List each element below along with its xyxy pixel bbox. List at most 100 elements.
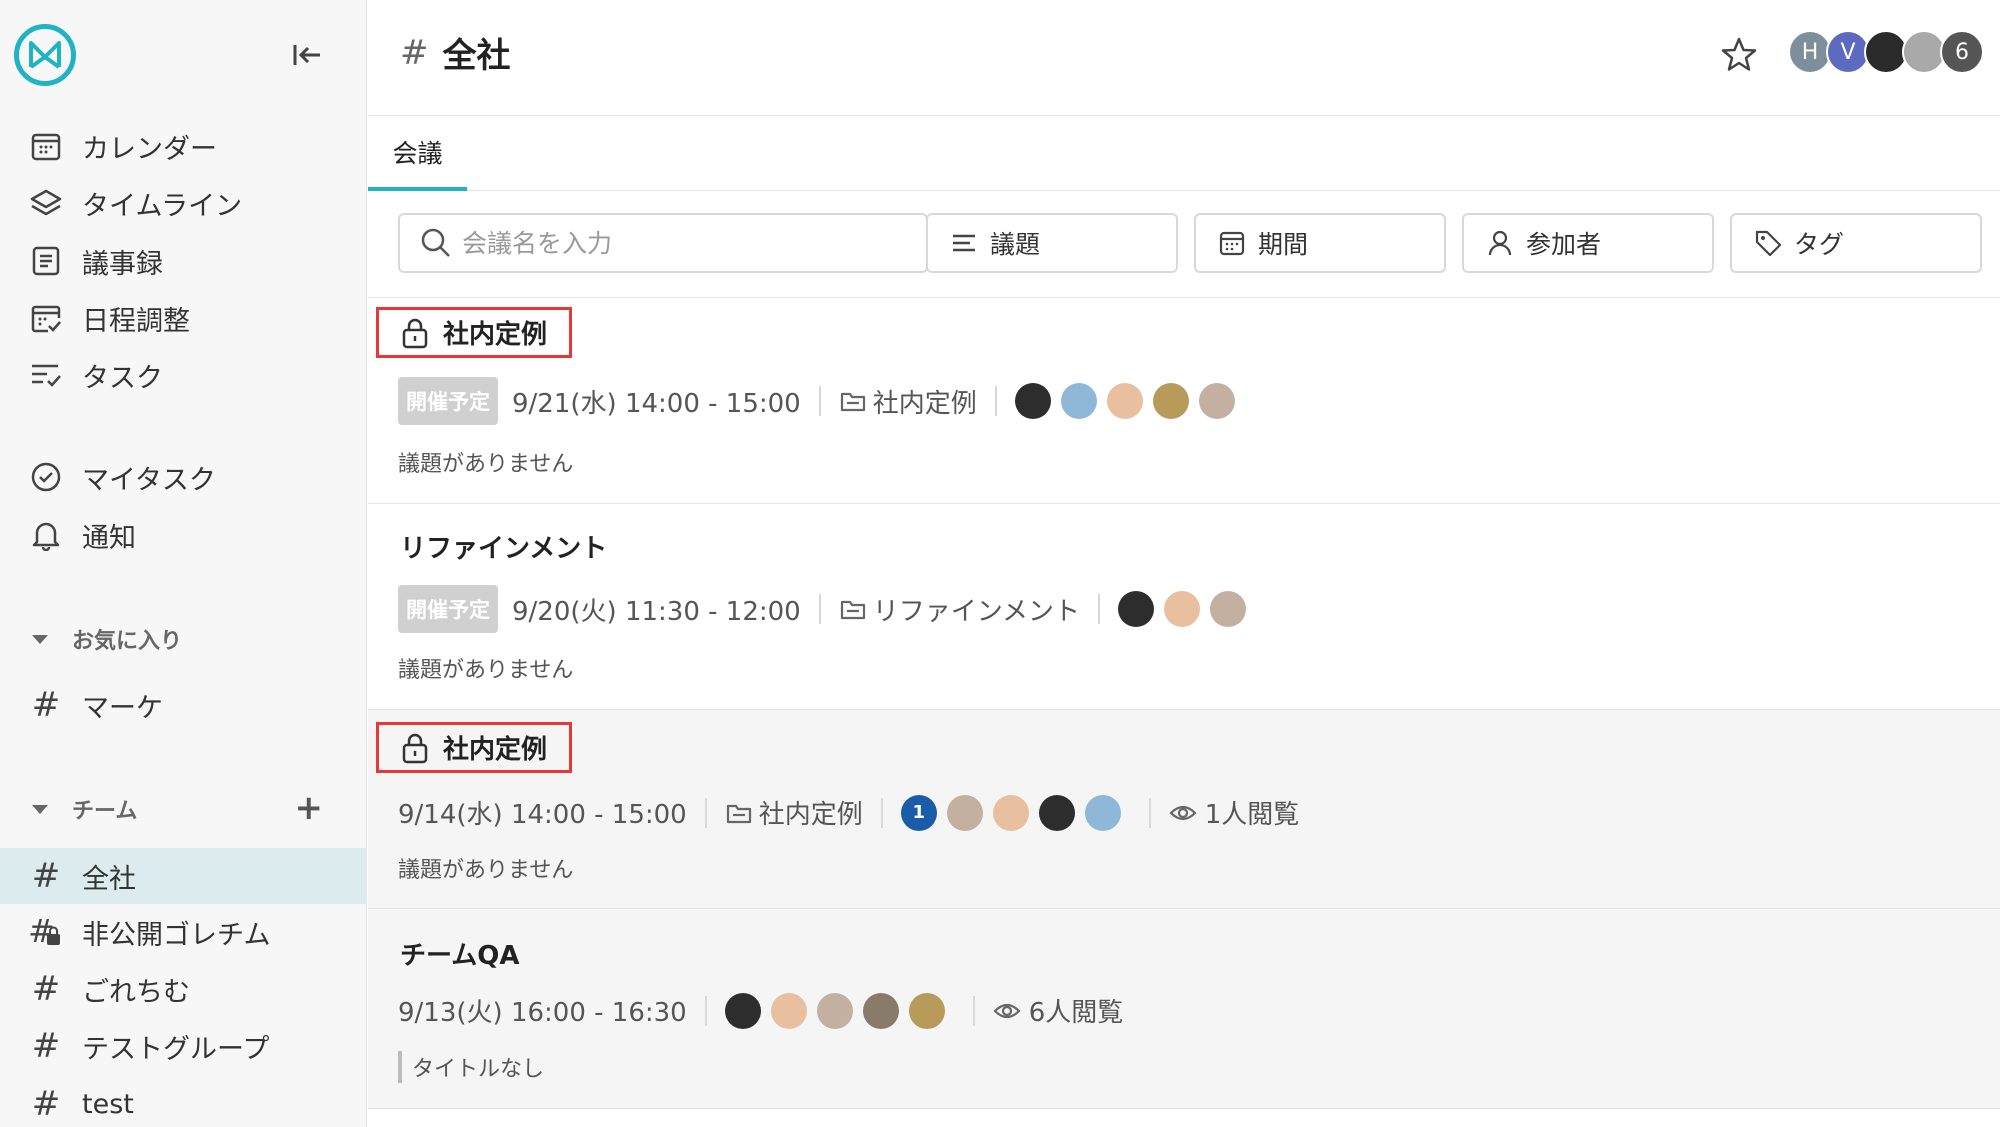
collapse-sidebar-icon[interactable] [290, 38, 324, 72]
meeting-title-text: 社内定例 [443, 735, 548, 765]
calendar-check-icon [28, 300, 64, 336]
add-team-button[interactable]: + [295, 791, 324, 825]
hash-icon: # [400, 32, 429, 73]
folder-icon [839, 389, 867, 413]
avatar [1106, 383, 1143, 419]
favorite-channel-item[interactable]: # マーケ [0, 679, 367, 731]
avatar [1152, 383, 1189, 419]
view-count-text: 6人閲覧 [1028, 998, 1124, 1028]
participant-avatars[interactable] [1117, 591, 1256, 627]
period-filter-button[interactable]: 期間 [1194, 213, 1446, 273]
person-icon [1484, 227, 1516, 259]
channel-label: テストグループ [82, 1033, 270, 1065]
team-channel-item[interactable]: # テストグループ [0, 1020, 367, 1072]
meeting-title-text: チームQA [400, 941, 520, 971]
meeting-title[interactable]: リファインメント [400, 528, 607, 565]
avatar [1209, 591, 1246, 627]
tab-meetings[interactable]: 会議 [368, 116, 467, 191]
nav-notifications[interactable]: 通知 [0, 509, 367, 561]
layers-icon [28, 185, 64, 221]
meeting-meta: 開催予定 9/20(火) 11:30 - 12:00 リファインメント [398, 585, 1256, 633]
avatar [992, 794, 1029, 831]
avatar [724, 992, 761, 1029]
divider [704, 797, 707, 828]
participant-avatars[interactable] [724, 992, 955, 1029]
tag-filter-button[interactable]: タグ [1730, 213, 1982, 273]
meeting-title[interactable]: 社内定例 [376, 307, 573, 358]
meeting-datetime: 9/13(火) 16:00 - 16:30 [398, 998, 687, 1028]
nav-calendar[interactable]: カレンダー [0, 120, 367, 172]
meeting-title[interactable]: チームQA [400, 935, 519, 972]
meeting-title-text: リファインメント [400, 534, 608, 564]
view-count: 1人閲覧 [1169, 794, 1299, 831]
participants-filter-button[interactable]: 参加者 [1462, 213, 1714, 273]
team-channel-item[interactable]: # 非公開ゴレチム [0, 906, 367, 958]
document-icon [28, 243, 64, 279]
meeting-search-box[interactable] [398, 213, 928, 273]
team-channel-item[interactable]: # ごれちむ [0, 963, 367, 1015]
divider [704, 995, 707, 1026]
meeting-title[interactable]: 社内定例 [376, 722, 573, 773]
member-count-badge: 6 [1940, 30, 1984, 74]
hash-icon: # [31, 856, 61, 896]
meeting-folder[interactable]: リファインメント [873, 591, 1080, 628]
hash-icon: # [31, 685, 61, 725]
nav-scheduling[interactable]: 日程調整 [0, 292, 367, 344]
nav-tasks[interactable]: タスク [0, 349, 367, 401]
meeting-agenda: タイトルなし [398, 1051, 544, 1083]
divider [994, 386, 997, 416]
status-badge: 開催予定 [398, 585, 498, 633]
search-icon [420, 227, 452, 259]
divider [1097, 594, 1100, 624]
participant-avatars[interactable] [1014, 383, 1245, 419]
member-avatars[interactable]: H V 6 [1788, 30, 1984, 74]
lock-icon [401, 732, 429, 764]
team-heading: チーム [72, 799, 138, 824]
folder-icon [725, 801, 753, 825]
page-title: # 全社 [400, 28, 511, 77]
folder-icon [839, 597, 867, 621]
app-logo-icon[interactable] [14, 24, 76, 86]
agenda-filter-button[interactable]: 議題 [926, 213, 1178, 273]
channel-label: test [82, 1088, 134, 1120]
avatar [1198, 383, 1235, 419]
nav-timeline[interactable]: タイムライン [0, 177, 367, 229]
divider [818, 594, 821, 624]
divider [1148, 797, 1151, 828]
meeting-meta: 9/14(水) 14:00 - 15:00 社内定例 1 1人閲覧 [398, 794, 1299, 831]
divider [880, 797, 883, 828]
view-count: 6人閲覧 [993, 992, 1124, 1029]
team-channel-item-active[interactable]: # 全社 [0, 848, 367, 904]
divider [972, 995, 975, 1026]
eye-icon [993, 1001, 1021, 1021]
nav-my-tasks[interactable]: マイタスク [0, 451, 367, 503]
meeting-agenda: 議題がありません [398, 452, 574, 477]
meeting-datetime: 9/20(火) 11:30 - 12:00 [512, 596, 801, 627]
channel-label: 非公開ゴレチム [82, 919, 271, 951]
nav-minutes[interactable]: 議事録 [0, 235, 367, 287]
status-badge: 開催予定 [398, 377, 498, 425]
meeting-row[interactable]: チームQA 9/13(火) 16:00 - 16:30 6人閲覧 タイトルなし [368, 909, 2000, 1109]
meeting-row[interactable]: リファインメント 開催予定 9/20(火) 11:30 - 12:00 リファイ… [368, 504, 2000, 710]
channel-label: マーケ [82, 692, 163, 724]
meeting-row[interactable]: 社内定例 開催予定 9/21(水) 14:00 - 15:00 社内定例 議題が… [368, 298, 2000, 504]
bell-icon [28, 517, 64, 553]
team-channel-item[interactable]: # test [0, 1078, 367, 1127]
star-icon[interactable] [1720, 36, 1760, 76]
meeting-title-text: 社内定例 [443, 320, 548, 350]
avatar [1014, 383, 1051, 419]
page-header: # 全社 H V 6 [368, 0, 2000, 116]
avatar [1038, 794, 1075, 831]
meeting-folder[interactable]: 社内定例 [873, 383, 977, 420]
participant-avatars[interactable]: 1 [900, 794, 1131, 831]
lines-icon [948, 227, 980, 259]
favorites-section-toggle[interactable]: お気に入り [0, 619, 367, 659]
team-section-toggle[interactable]: チーム + [0, 789, 367, 829]
meeting-search-input[interactable] [462, 228, 842, 258]
meeting-folder[interactable]: 社内定例 [759, 794, 863, 831]
meeting-agenda: 議題がありません [398, 858, 574, 883]
meeting-row[interactable]: 社内定例 9/14(水) 14:00 - 15:00 社内定例 1 1人閲覧 議… [368, 710, 2000, 909]
eye-icon [1169, 803, 1197, 823]
avatar [862, 992, 899, 1029]
agenda-filter-label: 議題 [990, 230, 1041, 259]
